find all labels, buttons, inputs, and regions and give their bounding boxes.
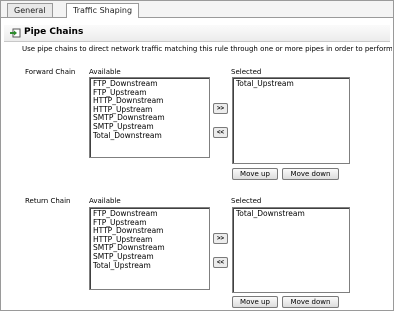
forward-remove-button[interactable]: << [213, 127, 228, 138]
traffic-shaping-panel: General Traffic Shaping Pipe Chains Use … [0, 0, 394, 311]
return-move-down-button[interactable]: Move down [282, 296, 339, 308]
return-available-list[interactable]: FTP_Downstream FTP_Upstream HTTP_Downstrea… [89, 207, 210, 290]
forward-available-label: Available [89, 68, 121, 76]
section-header: Pipe Chains [4, 25, 390, 42]
list-option[interactable]: Total_Downstream [93, 131, 206, 141]
tab-traffic-shaping[interactable]: Traffic Shaping [66, 3, 140, 18]
return-selected-items: Total_Downstream [233, 208, 349, 221]
section-title: Pipe Chains [24, 27, 84, 37]
description-text: Use pipe chains to direct network traffi… [22, 45, 392, 53]
forward-move-down-button[interactable]: Move down [282, 168, 339, 180]
forward-selected-items: Total_Upstream [233, 78, 349, 91]
list-option[interactable]: Total_Downstream [236, 209, 346, 219]
return-remove-button[interactable]: << [213, 257, 228, 268]
return-chain-label: Return Chain [25, 197, 71, 205]
forward-available-list[interactable]: FTP_Downstream FTP_Upstream HTTP_Downstrea… [89, 77, 210, 158]
return-available-label: Available [89, 197, 121, 205]
arrow-into-box-icon [10, 28, 21, 38]
forward-chain-label: Forward Chain [25, 68, 76, 76]
forward-move-up-button[interactable]: Move up [232, 168, 278, 180]
forward-selected-list[interactable]: Total_Upstream [232, 77, 350, 164]
return-selected-label: Selected [231, 197, 262, 205]
forward-add-button[interactable]: >> [213, 103, 228, 114]
list-option[interactable]: Total_Upstream [93, 261, 206, 271]
return-move-up-button[interactable]: Move up [232, 296, 278, 308]
return-selected-list[interactable]: Total_Downstream [232, 207, 350, 293]
tab-general[interactable]: General [7, 3, 53, 17]
return-available-items: FTP_Downstream FTP_Upstream HTTP_Downstrea… [90, 208, 209, 272]
return-add-button[interactable]: >> [213, 233, 228, 244]
forward-available-items: FTP_Downstream FTP_Upstream HTTP_Downstrea… [90, 78, 209, 142]
list-option[interactable]: Total_Upstream [236, 79, 346, 89]
forward-selected-label: Selected [231, 68, 262, 76]
tab-bar: General Traffic Shaping [1, 1, 393, 18]
